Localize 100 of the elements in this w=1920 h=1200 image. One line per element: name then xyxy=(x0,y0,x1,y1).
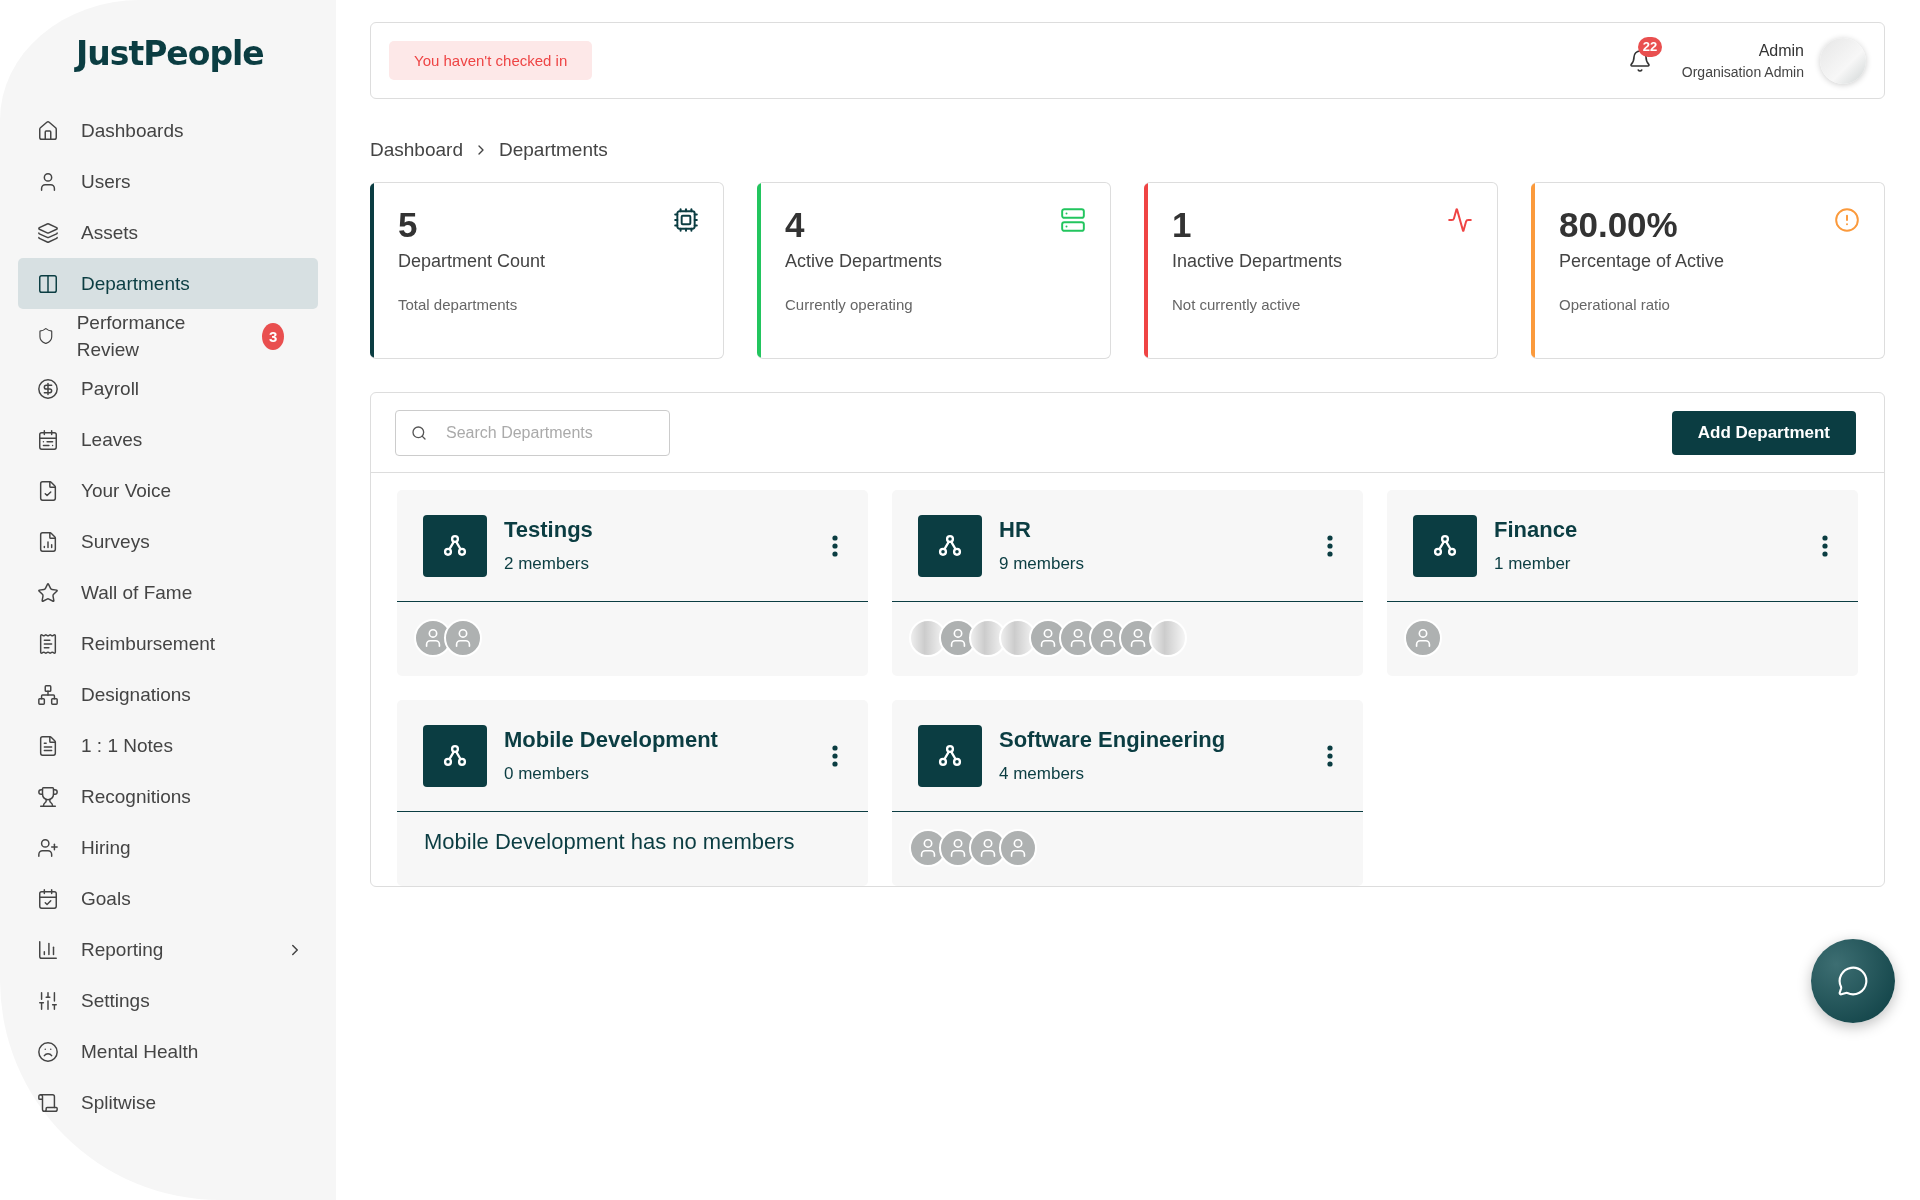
sidebar-item[interactable]: Settings xyxy=(18,975,318,1026)
menu-label: Wall of Fame xyxy=(81,581,193,605)
breadcrumb-item: Departments xyxy=(498,139,608,161)
menu-item-icon xyxy=(37,683,59,706)
menu-item-icon xyxy=(37,479,59,502)
more-icon xyxy=(832,744,838,767)
menu-item-icon xyxy=(37,325,55,347)
menu-label: Hiring xyxy=(81,836,131,860)
stat-label: Inactive Departments xyxy=(1172,251,1344,272)
menu-label: Splitwise xyxy=(81,1091,156,1115)
menu-label: Reporting xyxy=(81,938,164,962)
menu-label: Your Voice xyxy=(81,479,172,503)
sidebar-item[interactable]: Users xyxy=(18,156,318,207)
menu-item-icon xyxy=(37,1091,59,1114)
menu-item-icon xyxy=(37,938,59,961)
search-icon xyxy=(411,424,427,441)
sidebar-item[interactable]: Recognitions xyxy=(18,771,318,822)
stat-value: 4 xyxy=(785,205,805,245)
member-count: 2 members xyxy=(504,554,591,574)
sidebar-item[interactable]: Your Voice xyxy=(18,465,318,516)
department-name: HR xyxy=(999,517,1032,543)
sidebar-item[interactable]: Wall of Fame xyxy=(18,567,318,618)
sidebar-item[interactable]: Reimbursement xyxy=(18,618,318,669)
stat-icon xyxy=(1834,207,1860,233)
more-icon xyxy=(1327,744,1333,767)
department-name: Software Engineering xyxy=(999,727,1227,753)
member-count: 9 members xyxy=(999,554,1086,574)
menu-item-icon xyxy=(37,221,59,244)
count-badge: 3 xyxy=(262,322,284,350)
stat-label: Department Count xyxy=(398,251,547,272)
stat-value: 1 xyxy=(1172,205,1192,245)
menu-item-icon xyxy=(37,887,59,910)
sidebar-item[interactable]: Assets xyxy=(18,207,318,258)
menu-item-icon xyxy=(37,785,59,808)
menu-label: Users xyxy=(81,170,131,194)
menu-item-icon xyxy=(37,734,59,757)
more-icon xyxy=(832,534,838,557)
sidebar-item[interactable]: Performance Review 3 xyxy=(18,309,318,363)
user-name: Admin xyxy=(1758,41,1804,60)
add-department-button[interactable]: Add Department xyxy=(1671,410,1856,455)
stat-icon xyxy=(1447,207,1473,233)
stat-caption: Operational ratio xyxy=(1559,296,1671,313)
notification-badge: 22 xyxy=(1637,36,1663,57)
menu-label: Surveys xyxy=(81,530,150,554)
menu-label: Recognitions xyxy=(81,785,191,809)
sidebar-item[interactable]: Goals xyxy=(18,873,318,924)
department-name: Testings xyxy=(504,517,594,543)
menu-label: 1 : 1 Notes xyxy=(81,734,173,758)
department-name: Finance xyxy=(1494,517,1579,543)
chat-icon xyxy=(1837,965,1869,997)
menu-label: Dashboards xyxy=(81,119,184,143)
menu-item-icon xyxy=(37,1040,59,1063)
sidebar-item[interactable]: Leaves xyxy=(18,414,318,465)
stat-label: Percentage of Active xyxy=(1559,251,1726,272)
menu-label: Mental Health xyxy=(81,1040,199,1064)
stat-label: Active Departments xyxy=(785,251,944,272)
sidebar-item[interactable]: Payroll xyxy=(18,363,318,414)
menu-label: Payroll xyxy=(81,377,140,401)
empty-message: Mobile Development has no members xyxy=(423,828,796,856)
sidebar-item[interactable]: Mental Health xyxy=(18,1026,318,1077)
stat-value: 5 xyxy=(398,205,418,245)
menu-label: Reimbursement xyxy=(81,632,216,656)
menu-item-icon xyxy=(37,428,59,451)
stat-icon xyxy=(1060,207,1086,233)
sidebar-item[interactable]: Surveys xyxy=(18,516,318,567)
stat-icon xyxy=(673,207,699,233)
menu-label: Leaves xyxy=(81,428,143,452)
check-in-notice: You haven't checked in xyxy=(389,41,593,80)
menu-label: Settings xyxy=(81,989,150,1013)
menu-item-icon xyxy=(37,530,59,553)
breadcrumb-item[interactable]: Dashboard xyxy=(370,139,463,161)
menu-label: Assets xyxy=(81,221,139,245)
member-count: 4 members xyxy=(999,764,1086,784)
logo: JustPeople xyxy=(73,34,264,73)
sidebar-item[interactable]: Departments xyxy=(18,258,318,309)
menu-item-icon xyxy=(37,377,59,400)
menu-label: Departments xyxy=(81,272,190,296)
more-icon xyxy=(1327,534,1333,557)
stat-value: 80.00% xyxy=(1559,205,1678,245)
menu-item-icon xyxy=(37,989,59,1012)
sidebar-item[interactable]: Designations xyxy=(18,669,318,720)
sidebar-item[interactable]: Dashboards xyxy=(18,105,318,156)
sidebar-item[interactable]: 1 : 1 Notes xyxy=(18,720,318,771)
chat-button[interactable] xyxy=(1811,939,1895,1023)
menu-label: Goals xyxy=(81,887,131,911)
sidebar-item[interactable]: Hiring xyxy=(18,822,318,873)
stat-caption: Not currently active xyxy=(1172,296,1302,313)
department-name: Mobile Development xyxy=(504,727,719,753)
sidebar-item[interactable]: Splitwise xyxy=(18,1077,318,1128)
menu-item-icon xyxy=(37,836,59,859)
menu-item-icon xyxy=(37,119,59,142)
search-field[interactable]: Search Departments xyxy=(395,409,670,456)
menu-label: Performance Review xyxy=(76,311,187,362)
menu-label: Designations xyxy=(81,683,191,707)
menu-item-icon xyxy=(37,581,59,604)
menu-item-icon xyxy=(37,272,59,295)
user-role: Organisation Admin xyxy=(1681,63,1804,80)
member-count: 1 member xyxy=(1494,554,1572,574)
member-count: 0 members xyxy=(504,764,591,784)
sidebar-item[interactable]: Reporting xyxy=(18,924,318,975)
